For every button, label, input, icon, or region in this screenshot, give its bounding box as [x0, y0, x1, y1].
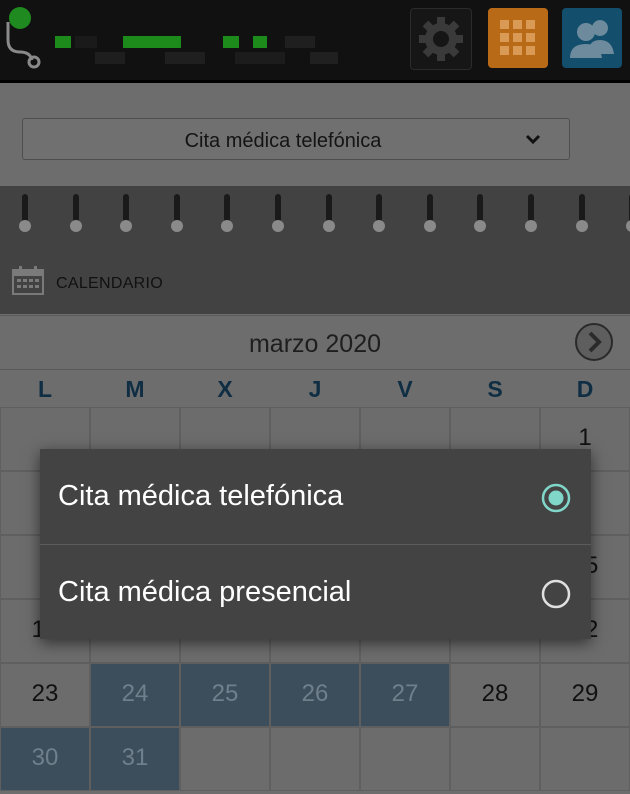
calendar-day[interactable]: 31	[90, 727, 180, 791]
binding-ring-icon	[170, 194, 183, 232]
binding-ring-icon	[525, 194, 537, 232]
settings-button[interactable]	[410, 8, 472, 70]
day-number: 24	[121, 680, 149, 707]
binding-ring-icon	[626, 194, 630, 232]
day-number: 31	[121, 744, 149, 771]
appointment-type-select[interactable]: Cita médica telefónica	[22, 118, 570, 160]
apps-menu-button[interactable]	[488, 8, 548, 68]
weekday-header: X	[217, 376, 233, 402]
calendar-day[interactable]: 27	[360, 663, 450, 727]
settings-gear-icon	[419, 17, 463, 61]
app-logo-pixelated	[55, 30, 345, 75]
binding-ring-icon	[322, 194, 335, 232]
calendar-empty-cell	[540, 727, 630, 791]
calendar-empty-cell	[270, 727, 360, 791]
radio-unselected-icon[interactable]	[541, 579, 571, 609]
calendar-day[interactable]: 25	[180, 663, 270, 727]
users-icon	[570, 20, 614, 58]
option-label: Cita médica presencial	[58, 576, 352, 608]
calendar-empty-cell	[450, 727, 540, 791]
binding-ring-icon	[120, 194, 133, 232]
binding-ring-icon	[423, 194, 436, 232]
weekday-header: M	[125, 376, 145, 402]
next-month-button[interactable]	[574, 322, 614, 362]
day-number: 30	[31, 744, 59, 771]
day-number: 28	[481, 680, 509, 707]
weekday-header: S	[487, 376, 503, 402]
weekday-header: V	[397, 376, 413, 402]
month-title: marzo 2020	[248, 330, 382, 358]
calendar-empty-cell	[360, 727, 450, 791]
day-number: 29	[571, 680, 599, 707]
binding-ring-icon	[69, 194, 82, 232]
option-telefonica[interactable]: Cita médica telefónica	[40, 449, 591, 544]
radio-selected-icon[interactable]	[541, 483, 571, 513]
app-header	[0, 0, 630, 83]
weekday-header: L	[37, 376, 53, 402]
binding-ring-icon	[373, 194, 386, 232]
appointment-type-dialog: Cita médica telefónica Cita médica prese…	[40, 449, 591, 639]
appointment-type-value: Cita médica telefónica	[184, 130, 382, 152]
calendar-day: 29	[540, 663, 630, 727]
binding-ring-icon	[575, 194, 588, 232]
option-presencial[interactable]: Cita médica presencial	[40, 545, 591, 640]
calendar-day[interactable]: 26	[270, 663, 360, 727]
binding-ring-icon	[474, 194, 487, 232]
day-number: 27	[391, 680, 419, 707]
day-number: 23	[31, 680, 59, 707]
calendar-day: 23	[0, 663, 90, 727]
binding-ring-icon	[221, 194, 234, 232]
calendar-day: 28	[450, 663, 540, 727]
calendar-icon	[12, 266, 44, 295]
binding-ring-icon	[272, 194, 284, 232]
option-label: Cita médica telefónica	[58, 480, 344, 512]
calendar-day[interactable]: 24	[90, 663, 180, 727]
profile-button[interactable]	[562, 8, 622, 68]
day-number: 1	[578, 424, 592, 451]
calendar-empty-cell	[180, 727, 270, 791]
day-number: 25	[211, 680, 239, 707]
calendar-label: CALENDARIO	[56, 275, 164, 292]
chevron-down-icon	[525, 134, 541, 145]
apps-grid-icon	[500, 20, 535, 55]
weekday-header: J	[308, 376, 322, 402]
binding-ring-icon	[19, 194, 31, 232]
calendar-day[interactable]: 30	[0, 727, 90, 791]
weekday-header: D	[576, 376, 594, 402]
day-number: 26	[301, 680, 329, 707]
stethoscope-icon	[6, 7, 41, 69]
calendar-binding	[0, 186, 630, 240]
